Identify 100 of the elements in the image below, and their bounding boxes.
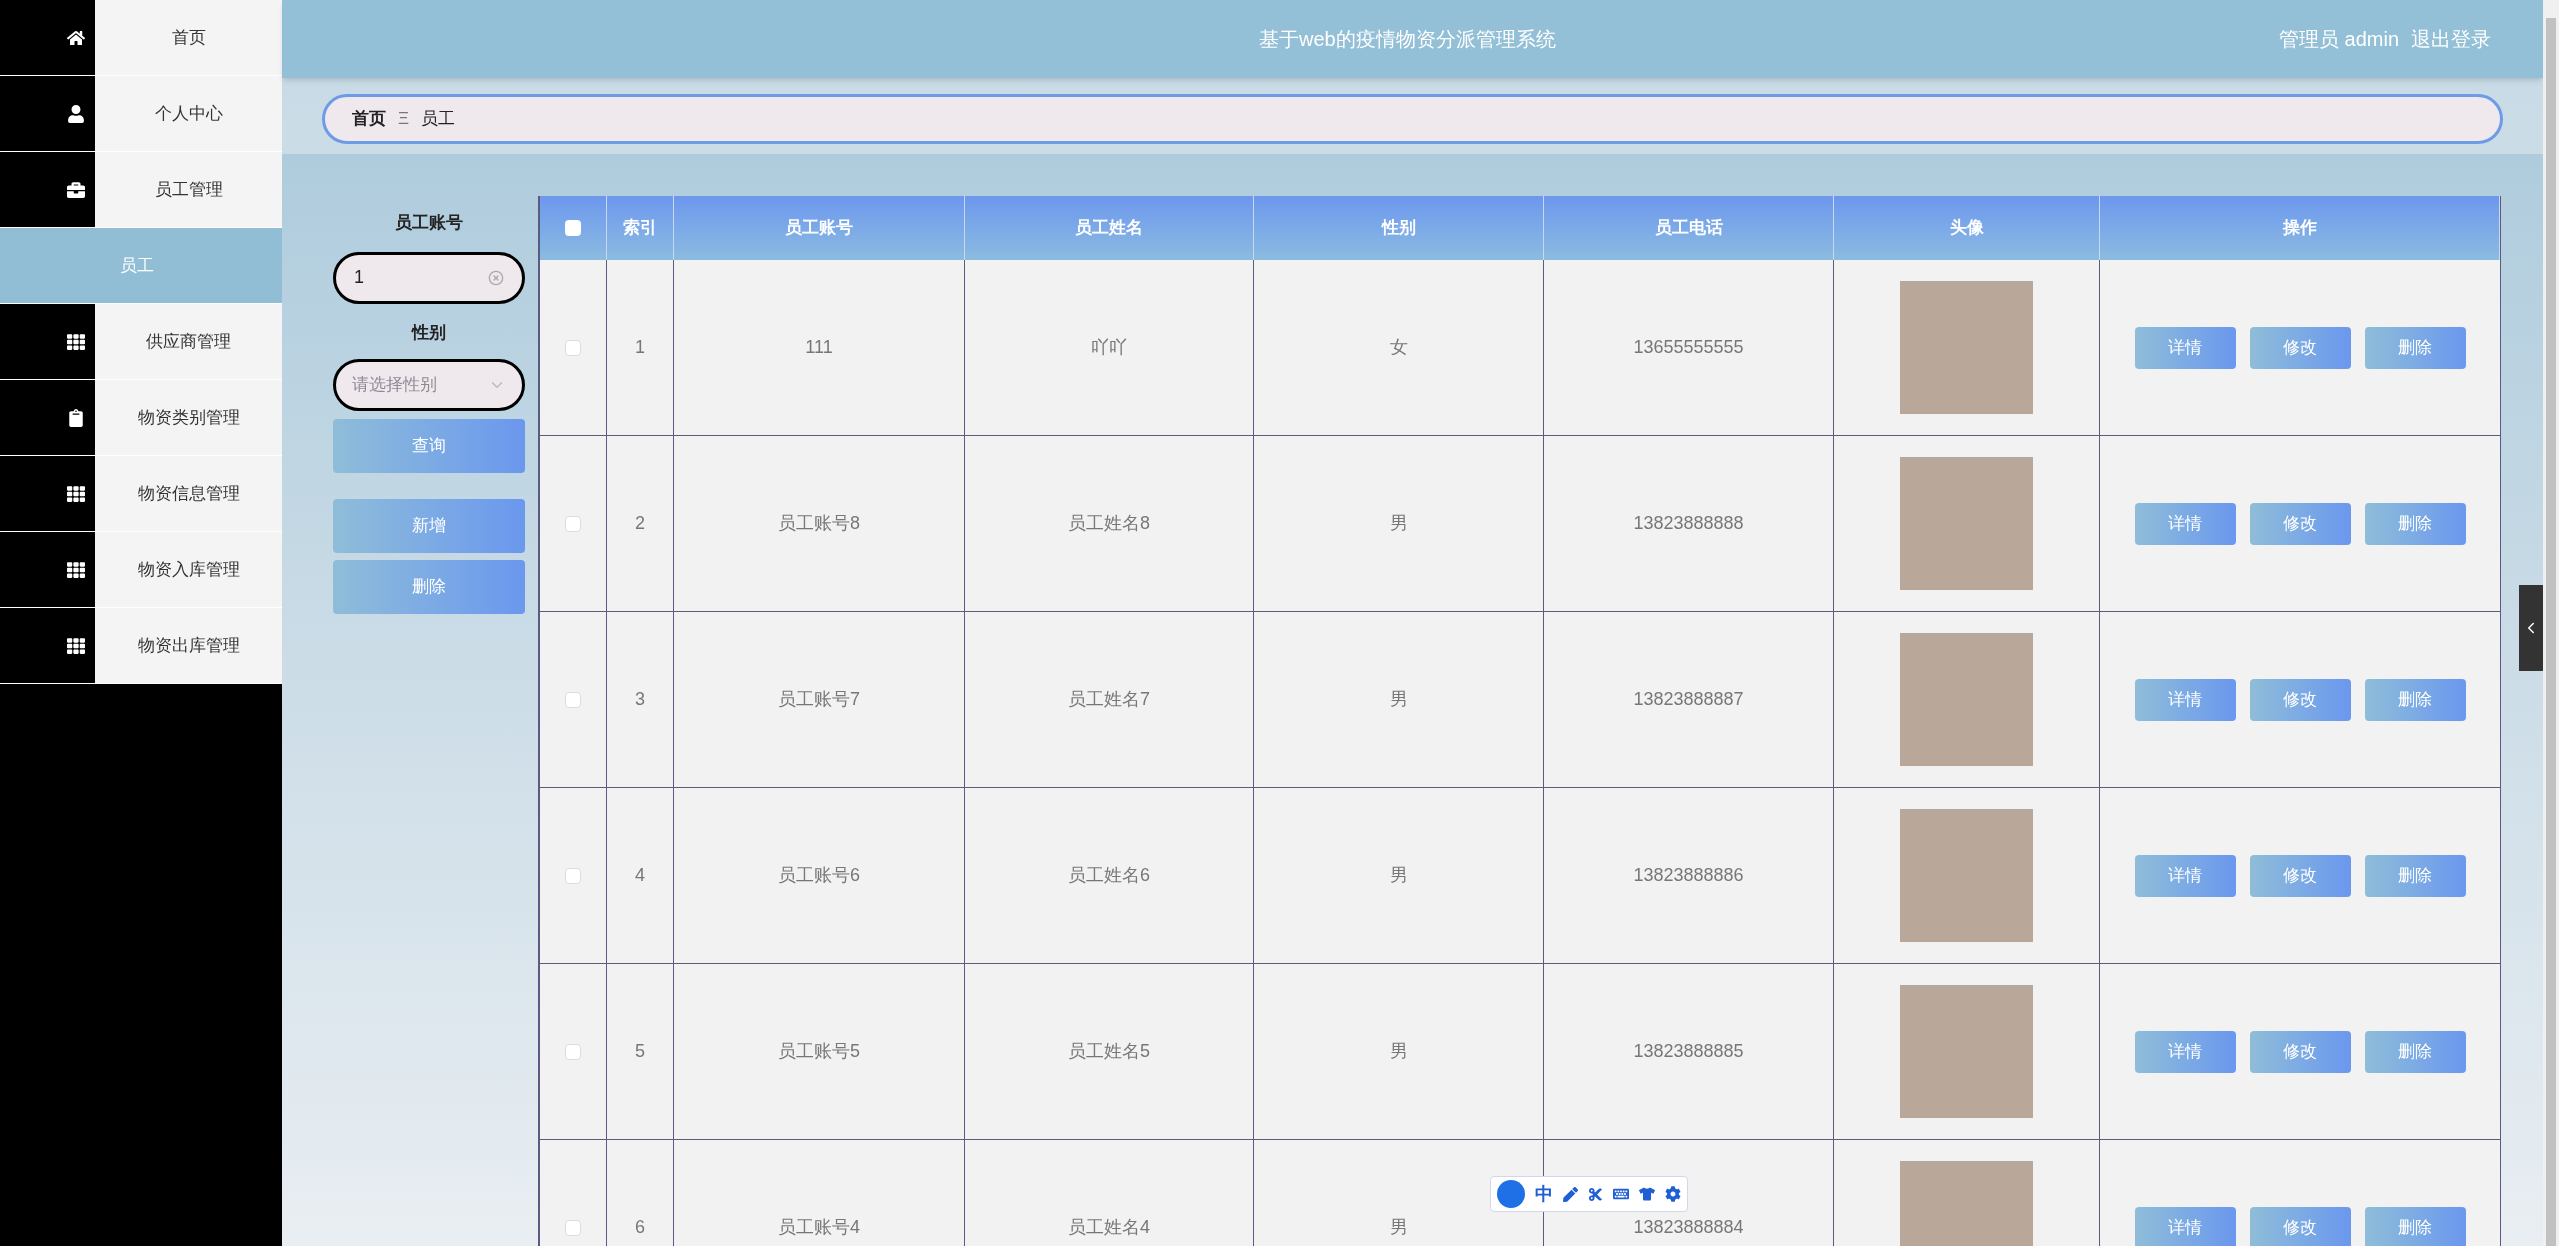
action-button[interactable]: 删除 bbox=[2364, 1030, 2466, 1073]
table-cell-text: 男 bbox=[1389, 688, 1408, 711]
table-cell-text: 员工账号6 bbox=[778, 864, 860, 887]
table-cell-text: 员工账号5 bbox=[778, 1040, 860, 1063]
logout-link[interactable]: 退出登录 bbox=[2411, 24, 2491, 54]
field-label: 性别 bbox=[412, 321, 446, 344]
ime-logo-icon bbox=[1497, 1180, 1525, 1208]
user-name: 管理员 admin bbox=[2278, 27, 2399, 52]
table-cell-text: 111 bbox=[805, 336, 833, 359]
table-cell-text: 1 bbox=[635, 336, 645, 359]
grid-icon bbox=[67, 636, 85, 655]
clear-icon[interactable] bbox=[488, 269, 504, 286]
sidebar-item[interactable]: 首页 bbox=[95, 0, 282, 75]
home-icon bbox=[67, 28, 85, 47]
action-button[interactable]: 详情 bbox=[2134, 1206, 2236, 1246]
column-header: 员工账号 bbox=[785, 217, 853, 240]
table-cell-text: 员工姓名6 bbox=[1068, 864, 1150, 887]
sidebar-item[interactable]: 物资入库管理 bbox=[95, 532, 282, 607]
clipboard-icon bbox=[67, 408, 85, 427]
table-cell-text: 3 bbox=[635, 688, 645, 711]
row-checkbox[interactable] bbox=[565, 867, 581, 884]
gender-select[interactable]: 请选择性别 bbox=[333, 359, 525, 411]
grid-icon bbox=[67, 332, 85, 351]
row-checkbox[interactable] bbox=[565, 1219, 581, 1236]
table-cell-text: 男 bbox=[1389, 1040, 1408, 1063]
breadcrumb-link[interactable]: 首页 bbox=[352, 106, 386, 132]
action-button[interactable]: 修改 bbox=[2249, 1030, 2351, 1073]
sidebar-item[interactable]: 员工 bbox=[0, 228, 282, 304]
action-button[interactable]: 删除 bbox=[2364, 678, 2466, 721]
account-input[interactable]: 1 bbox=[333, 251, 525, 304]
action-button[interactable]: 删除 bbox=[2364, 854, 2466, 897]
column-header: 操作 bbox=[2282, 217, 2317, 240]
action-button[interactable]: 修改 bbox=[2249, 502, 2351, 545]
column-header: 索引 bbox=[623, 217, 657, 240]
action-button[interactable]: 详情 bbox=[2134, 1030, 2236, 1073]
table-cell-text: 13655555555 bbox=[1633, 336, 1744, 359]
select-all-checkbox[interactable] bbox=[565, 220, 581, 236]
column-header: 性别 bbox=[1381, 217, 1416, 240]
table-cell-text: 5 bbox=[635, 1040, 645, 1063]
settings-icon[interactable] bbox=[1665, 1186, 1681, 1202]
ime-language-toggle[interactable]: 中 bbox=[1535, 1180, 1553, 1208]
breadcrumb-current: 员工 bbox=[421, 108, 456, 131]
table-cell-text: 女 bbox=[1389, 336, 1408, 359]
action-button[interactable]: 详情 bbox=[2134, 502, 2236, 545]
briefcase-icon bbox=[67, 180, 85, 199]
table-cell-text: 员工账号8 bbox=[778, 512, 860, 535]
field-label: 员工账号 bbox=[395, 212, 463, 234]
add-button[interactable]: 新增 bbox=[333, 499, 525, 553]
sidebar-item[interactable]: 物资信息管理 bbox=[95, 456, 282, 531]
column-header: 头像 bbox=[1949, 217, 1984, 240]
action-button[interactable]: 删除 bbox=[2364, 1206, 2466, 1246]
grid-icon bbox=[67, 560, 85, 579]
row-checkbox[interactable] bbox=[565, 339, 581, 356]
sidebar-item[interactable]: 员工管理 bbox=[95, 152, 282, 227]
keyboard-icon[interactable] bbox=[1613, 1186, 1629, 1202]
delete-button[interactable]: 删除 bbox=[333, 560, 525, 614]
table-cell-text: 员工账号7 bbox=[778, 688, 860, 711]
table-cell-text: 13823888886 bbox=[1633, 864, 1744, 887]
table-cell-text: 13823888885 bbox=[1633, 1040, 1744, 1063]
grid-icon bbox=[67, 484, 85, 503]
table-cell-text: 男 bbox=[1389, 1216, 1408, 1239]
action-button[interactable]: 详情 bbox=[2134, 854, 2236, 897]
action-button[interactable]: 修改 bbox=[2249, 854, 2351, 897]
column-header: 员工姓名 bbox=[1075, 217, 1143, 240]
query-button[interactable]: 查询 bbox=[333, 419, 525, 473]
system-title: 基于web的疫情物资分派管理系统 bbox=[1259, 27, 1556, 52]
action-button[interactable]: 修改 bbox=[2249, 678, 2351, 721]
sidebar-item[interactable]: 供应商管理 bbox=[95, 304, 282, 379]
shirt-icon[interactable] bbox=[1639, 1186, 1655, 1202]
pen-icon[interactable] bbox=[1563, 1186, 1578, 1202]
table-cell-text: 13823888887 bbox=[1633, 688, 1744, 711]
row-checkbox[interactable] bbox=[565, 691, 581, 708]
table-cell-text: 男 bbox=[1389, 512, 1408, 535]
action-button[interactable]: 修改 bbox=[2249, 1206, 2351, 1246]
sidebar-item[interactable]: 个人中心 bbox=[95, 76, 282, 151]
table-cell-text: 员工姓名7 bbox=[1068, 688, 1150, 711]
action-button[interactable]: 删除 bbox=[2364, 326, 2466, 369]
column-header: 员工电话 bbox=[1654, 217, 1723, 240]
action-button[interactable]: 修改 bbox=[2249, 326, 2351, 369]
sidebar-item[interactable]: 物资出库管理 bbox=[95, 608, 282, 683]
table-cell-text: 2 bbox=[635, 512, 645, 535]
row-checkbox[interactable] bbox=[565, 515, 581, 532]
table-cell-text: 吖吖 bbox=[1091, 336, 1127, 359]
sidebar-item[interactable]: 物资类别管理 bbox=[95, 380, 282, 455]
action-button[interactable]: 详情 bbox=[2134, 678, 2236, 721]
row-checkbox[interactable] bbox=[565, 1043, 581, 1060]
action-button[interactable]: 详情 bbox=[2134, 326, 2236, 369]
table-cell-text: 男 bbox=[1389, 864, 1408, 887]
table-cell-text: 4 bbox=[635, 864, 645, 887]
table-cell-text: 13823888884 bbox=[1633, 1216, 1744, 1239]
table-cell-text: 员工姓名4 bbox=[1068, 1216, 1150, 1239]
table-cell-text: 员工账号4 bbox=[778, 1216, 860, 1239]
scissors-icon[interactable] bbox=[1588, 1186, 1603, 1202]
breadcrumb-separator: Ξ bbox=[398, 108, 410, 131]
user-icon bbox=[67, 104, 85, 123]
table-cell-text: 13823888888 bbox=[1633, 512, 1744, 535]
action-button[interactable]: 删除 bbox=[2364, 502, 2466, 545]
collapse-tab[interactable] bbox=[2519, 585, 2543, 671]
table-cell-text: 员工姓名5 bbox=[1068, 1040, 1150, 1063]
table-cell-text: 6 bbox=[635, 1216, 645, 1239]
